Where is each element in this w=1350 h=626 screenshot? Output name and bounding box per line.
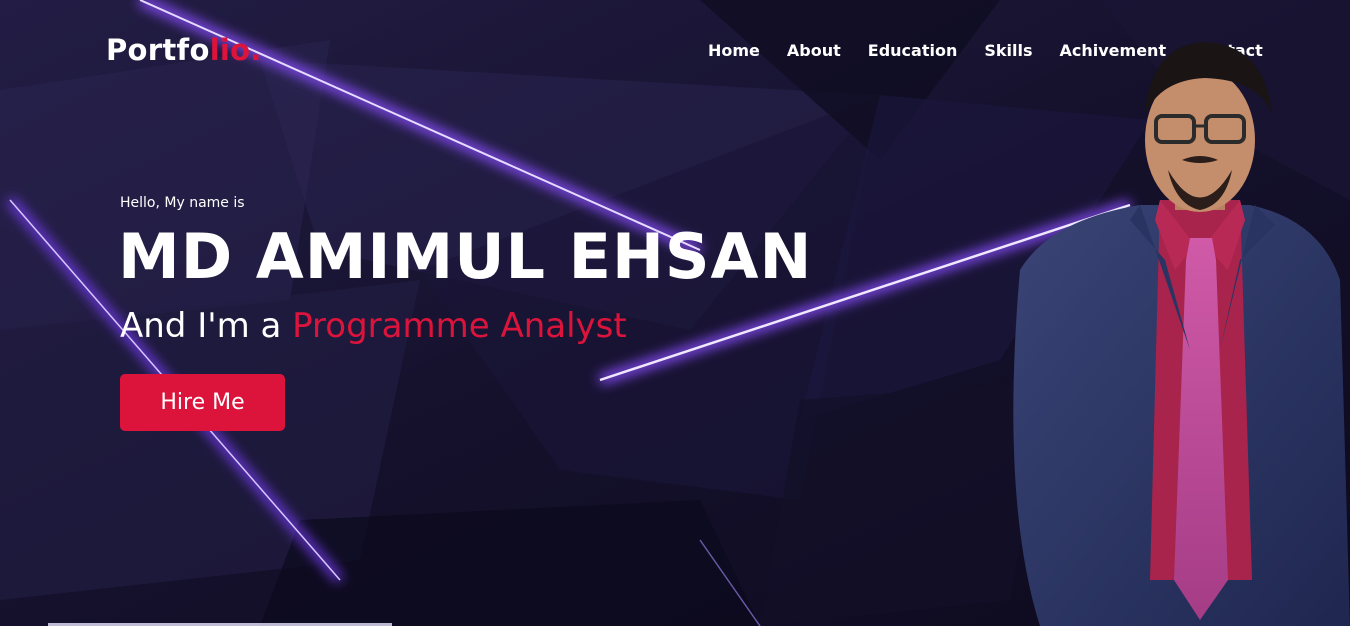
hero-role-highlight: Programme Analyst (292, 306, 627, 346)
hero-greeting: Hello, My name is (120, 195, 245, 211)
profile-photo (1013, 42, 1350, 626)
logo-main: Portfo (106, 33, 210, 67)
logo-accent: lio. (209, 33, 262, 67)
hire-me-button[interactable]: Hire Me (120, 374, 285, 431)
hero-role: And I'm a Programme Analyst (120, 306, 627, 346)
nav-item-about[interactable]: About (787, 41, 841, 60)
logo[interactable]: Portfolio. (106, 33, 262, 67)
hero-name: MD AMIMUL EHSAN (118, 220, 813, 293)
nav-item-home[interactable]: Home (708, 41, 760, 60)
nav-item-education[interactable]: Education (868, 41, 958, 60)
hero-role-prefix: And I'm a (120, 306, 293, 346)
